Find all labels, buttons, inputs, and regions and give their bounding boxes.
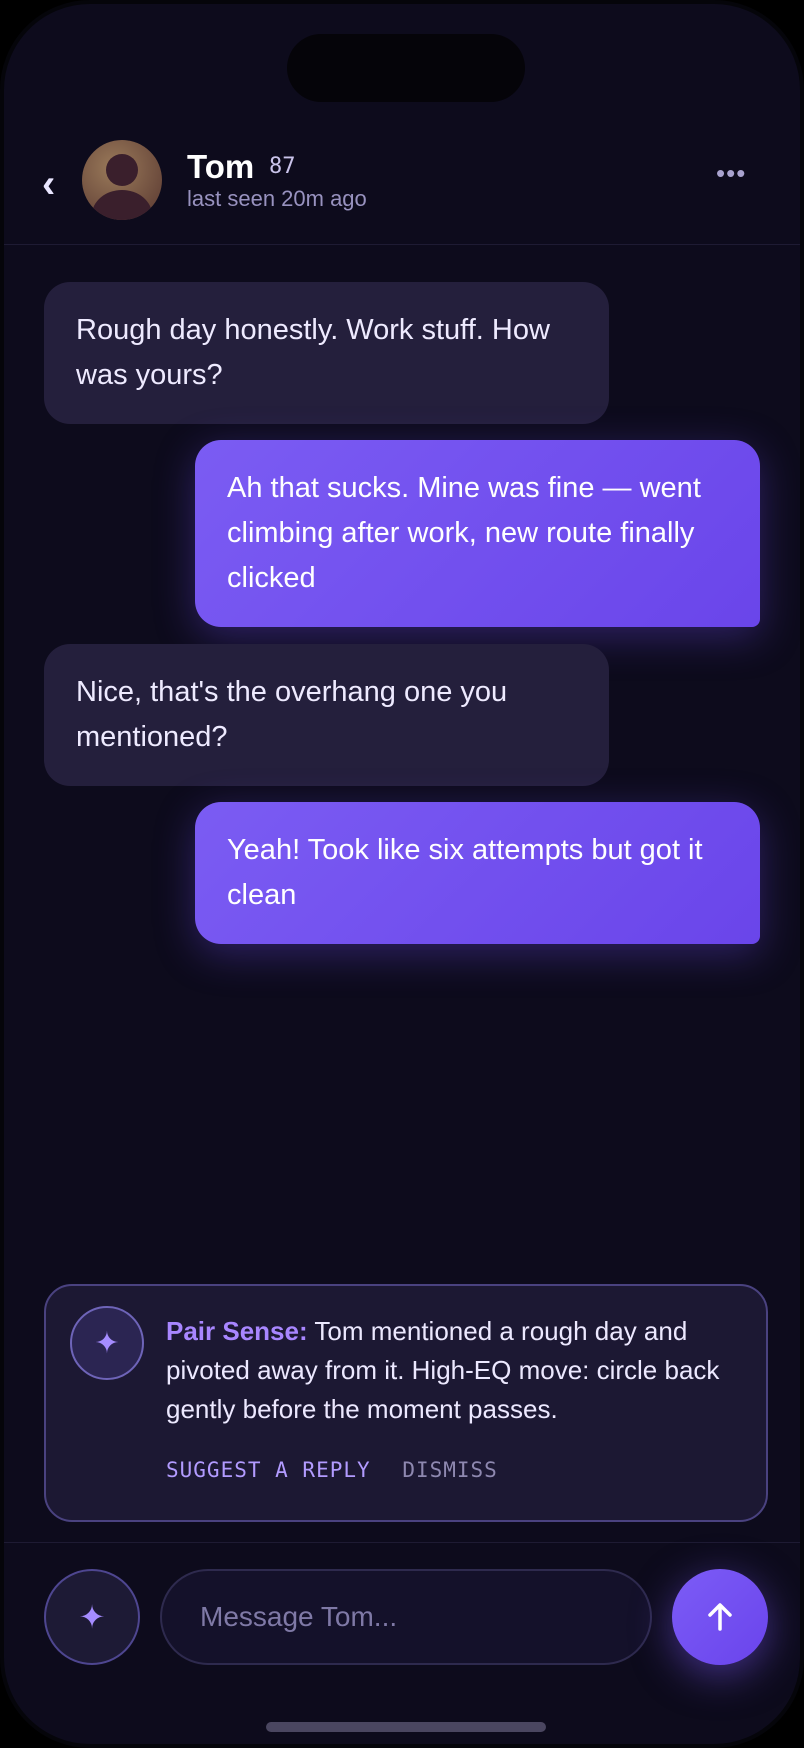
back-chevron-icon[interactable]: ‹: [42, 164, 55, 204]
pair-sense-card: ✦ Pair Sense: Tom mentioned a rough day …: [44, 1284, 768, 1522]
avatar[interactable]: [82, 140, 162, 220]
message-outgoing[interactable]: Ah that sucks. Mine was fine — went clim…: [195, 440, 760, 627]
message-composer: ✦ Message Tom...: [4, 1542, 800, 1744]
message-incoming[interactable]: Rough day honestly. Work stuff. How was …: [44, 282, 609, 424]
contact-name[interactable]: Tom: [187, 148, 254, 186]
contact-score: 87: [269, 154, 296, 179]
suggest-reply-button[interactable]: SUGGEST A REPLY: [166, 1458, 371, 1482]
dismiss-button[interactable]: DISMISS: [402, 1458, 498, 1482]
phone-frame: ‹ Tom 87 last seen 20m ago ••• Rough day…: [0, 0, 804, 1748]
sparkle-icon: ✦: [70, 1306, 144, 1380]
home-indicator: [266, 1722, 546, 1732]
pair-sense-actions: SUGGEST A REPLY DISMISS: [166, 1458, 498, 1482]
message-input[interactable]: Message Tom...: [160, 1569, 652, 1665]
chat-header: ‹ Tom 87 last seen 20m ago •••: [4, 124, 800, 245]
last-seen-status: last seen 20m ago: [187, 186, 367, 211]
ai-assist-button[interactable]: ✦: [44, 1569, 140, 1665]
avatar-head: [106, 154, 138, 186]
dynamic-island: [287, 34, 525, 102]
avatar-body: [92, 190, 152, 220]
pair-sense-text: Pair Sense: Tom mentioned a rough day an…: [166, 1312, 736, 1429]
message-incoming[interactable]: Nice, that's the overhang one you mentio…: [44, 644, 609, 786]
arrow-up-icon: [708, 1603, 732, 1631]
message-outgoing[interactable]: Yeah! Took like six attempts but got it …: [195, 802, 760, 944]
more-options-icon[interactable]: •••: [716, 158, 746, 189]
sparkle-icon: ✦: [78, 1599, 106, 1635]
send-button[interactable]: [672, 1569, 768, 1665]
pair-sense-title: Pair Sense:: [166, 1316, 308, 1346]
